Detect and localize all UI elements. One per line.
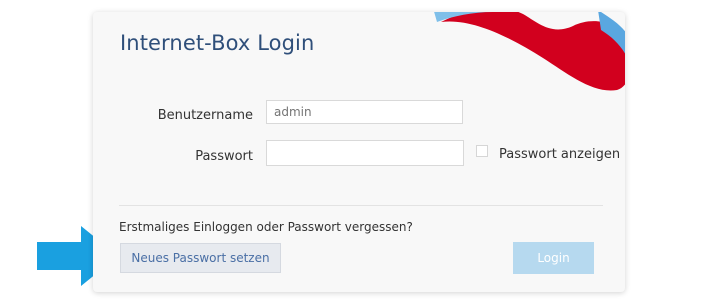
reset-password-button[interactable]: Neues Passwort setzen [120, 243, 281, 273]
brand-wave-logo [434, 12, 625, 91]
divider [119, 205, 603, 206]
password-label: Passwort [195, 149, 253, 164]
login-button[interactable]: Login [513, 242, 594, 274]
login-card: Internet-Box Login Benutzername Passwort… [93, 12, 625, 292]
show-password-checkbox[interactable] [476, 145, 488, 157]
username-label: Benutzername [157, 108, 253, 123]
password-field[interactable] [266, 140, 464, 166]
username-field[interactable] [266, 100, 463, 124]
forgot-password-text: Erstmaliges Einloggen oder Passwort verg… [119, 220, 413, 234]
page: Internet-Box Login Benutzername Passwort… [0, 0, 707, 303]
show-password-label[interactable]: Passwort anzeigen [499, 147, 620, 162]
page-title: Internet-Box Login [120, 31, 315, 55]
